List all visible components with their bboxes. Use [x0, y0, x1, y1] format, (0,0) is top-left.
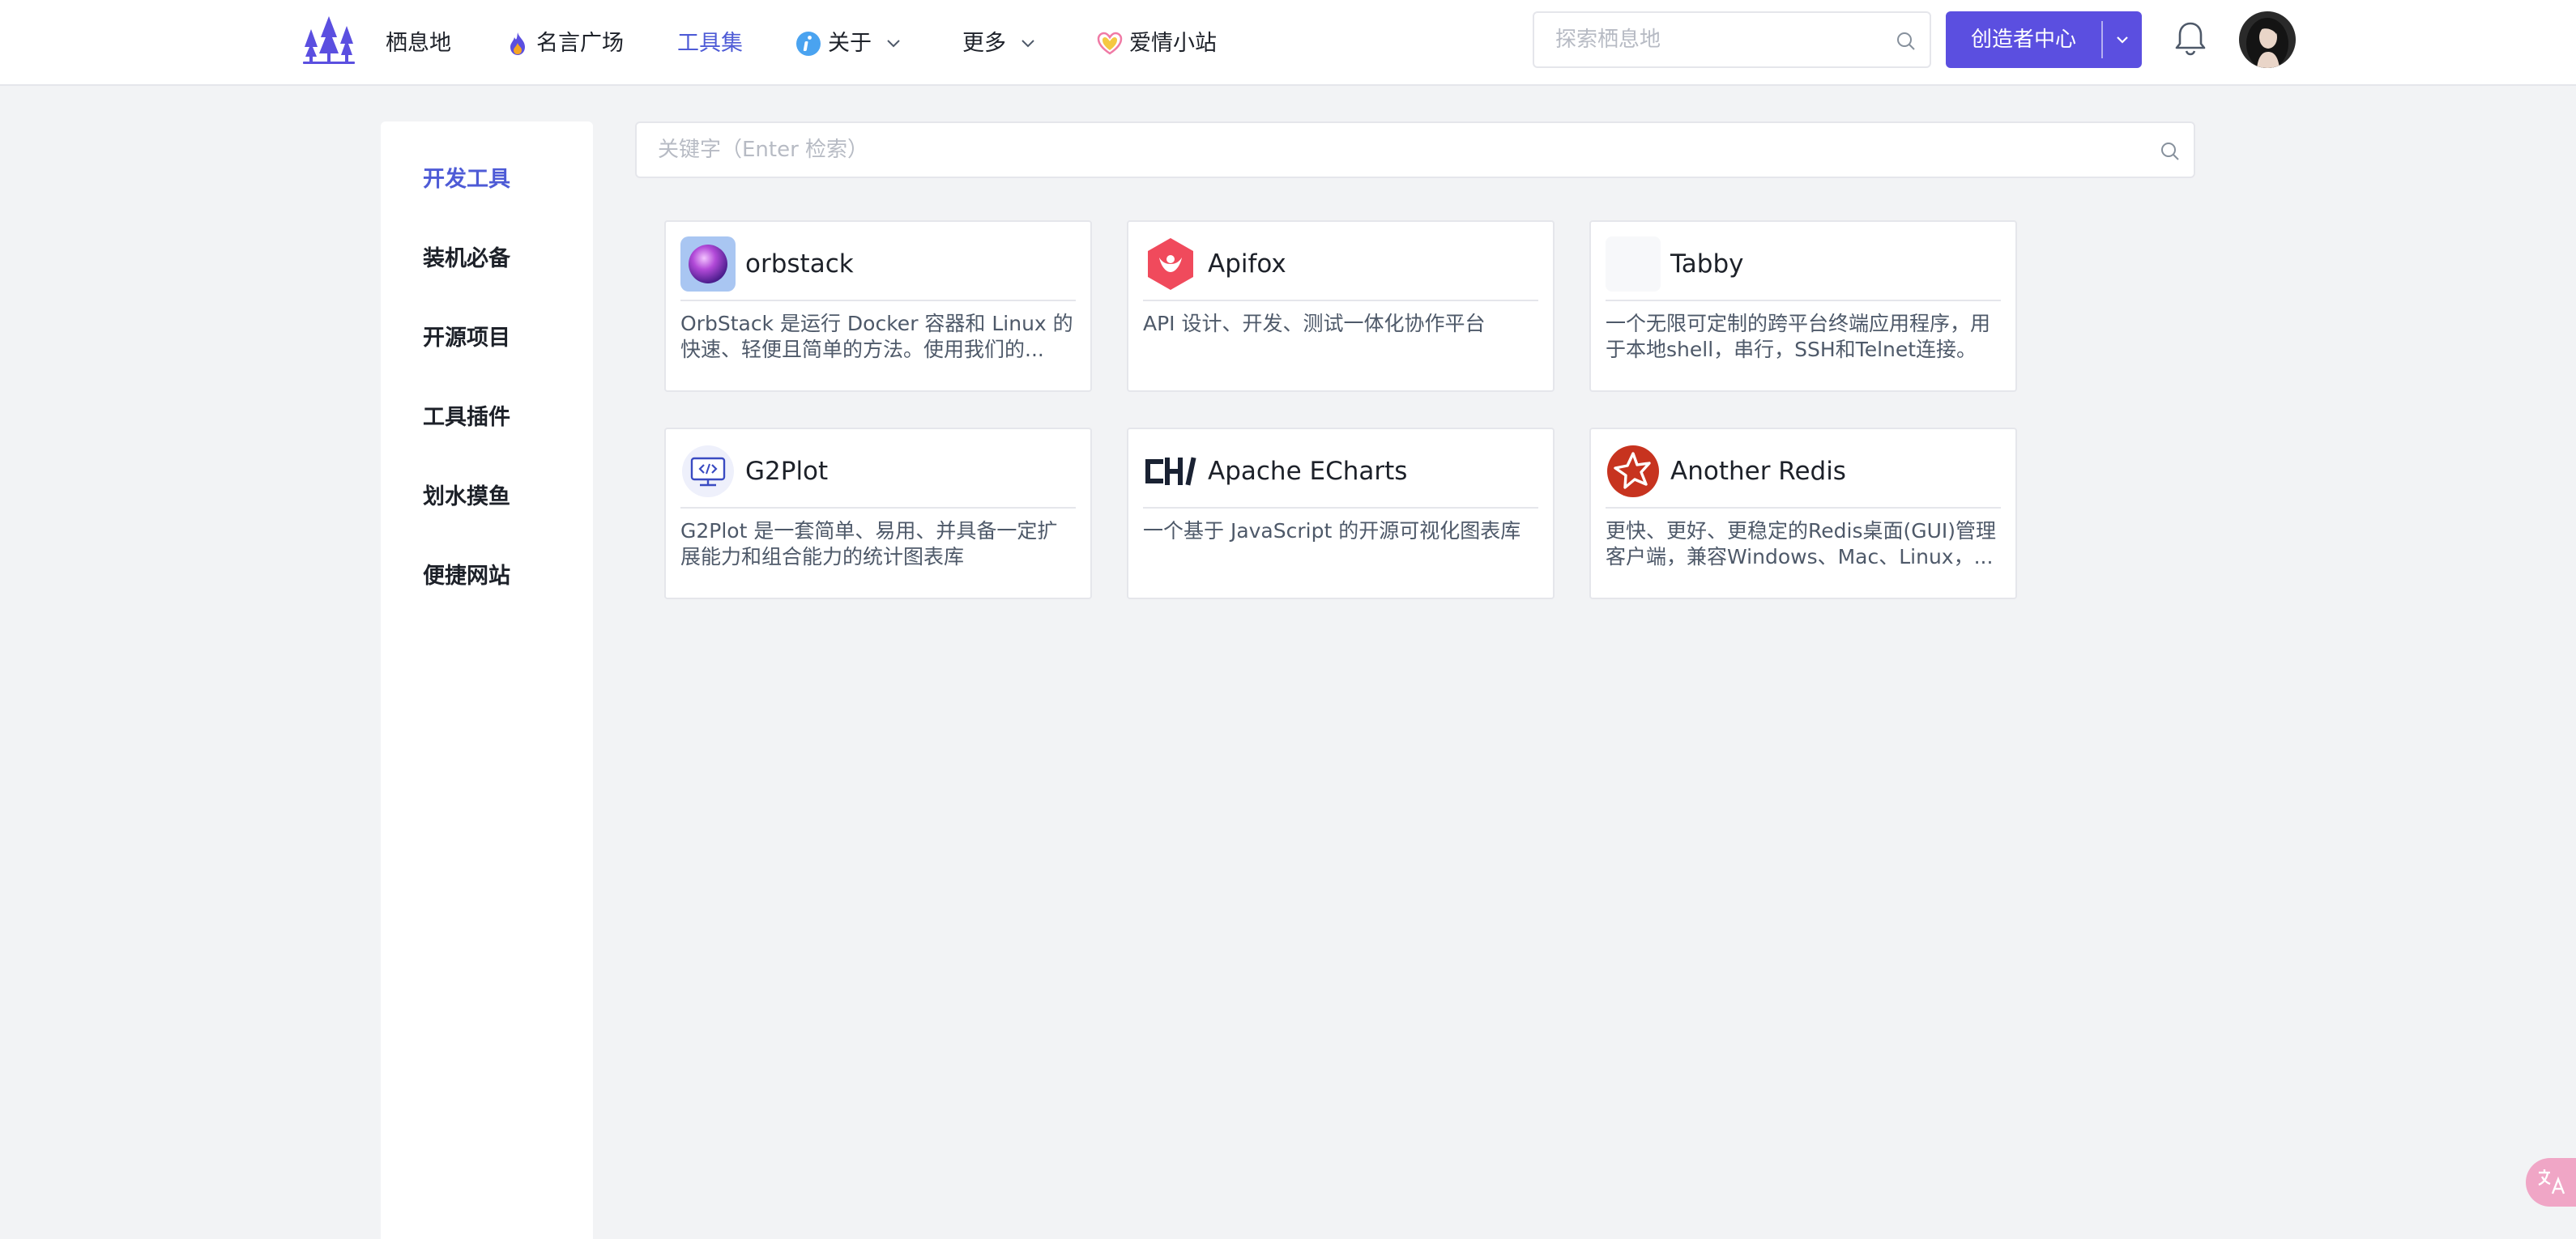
nav-more[interactable]: 更多 — [962, 26, 1035, 62]
search-icon[interactable] — [1896, 31, 1917, 52]
category-sidebar: 开发工具 装机必备 开源项目 工具插件 划水摸鱼 便捷网站 — [381, 121, 593, 1239]
tool-description: OrbStack 是运行 Docker 容器和 Linux 的快速、轻便且简单的… — [680, 312, 1073, 361]
forest-logo-icon — [303, 16, 355, 64]
nav-about-label: 关于 — [828, 31, 872, 56]
tool-description: 一个基于 JavaScript 的开源可视化图表库 — [1143, 519, 1521, 543]
chevron-down-icon — [1021, 40, 1034, 48]
translate-icon — [2538, 1169, 2565, 1194]
tool-card-another-redis[interactable]: Another Redis 更快、更好、更稳定的Redis桌面(GUI)管理客户… — [1589, 428, 2017, 599]
tool-name: Apache ECharts — [1208, 457, 1408, 486]
bell-icon — [2175, 22, 2206, 56]
creator-dropdown-toggle[interactable] — [2103, 11, 2142, 68]
translate-button[interactable] — [2526, 1158, 2576, 1207]
card-divider — [1143, 300, 1538, 301]
apifox-icon — [1143, 236, 1198, 292]
chevron-down-icon — [887, 40, 900, 48]
sidebar-item-open-source[interactable]: 开源项目 — [423, 322, 510, 355]
nav-quotes-label: 名言广场 — [536, 31, 624, 56]
card-divider — [1606, 300, 2001, 301]
sidebar-item-dev-tools[interactable]: 开发工具 — [423, 164, 510, 196]
nav-tools[interactable]: 工具集 — [677, 26, 743, 62]
tool-name: Tabby — [1670, 249, 1744, 279]
nav-quotes[interactable]: 名言广场 — [505, 26, 624, 62]
nav-love[interactable]: 爱情小站 — [1097, 26, 1217, 62]
tool-search-input[interactable] — [637, 123, 2143, 177]
tabby-icon — [1606, 236, 1661, 292]
tool-name: orbstack — [745, 249, 854, 279]
tool-card-g2plot[interactable]: G2Plot G2Plot 是一套简单、易用、并具备一定扩展能力和组合能力的统计… — [664, 428, 1092, 599]
tool-card-echarts[interactable]: Apache ECharts 一个基于 JavaScript 的开源可视化图表库 — [1127, 428, 1555, 599]
g2plot-icon — [680, 444, 736, 499]
orbstack-icon — [680, 236, 736, 292]
nav-about[interactable]: 关于 — [795, 26, 901, 62]
chevron-down-icon — [2117, 36, 2128, 44]
flame-icon — [510, 32, 525, 55]
sidebar-item-slacking[interactable]: 划水摸鱼 — [423, 481, 510, 513]
user-avatar[interactable] — [2239, 11, 2296, 68]
nav-love-label: 爱情小站 — [1129, 31, 1217, 56]
card-divider — [1143, 507, 1538, 509]
tool-description: G2Plot 是一套简单、易用、并具备一定扩展能力和组合能力的统计图表库 — [680, 519, 1058, 568]
top-navbar: 栖息地 名言广场 工具集 关于 更多 爱情小站 探索栖息地 创造者中心 — [0, 0, 2576, 86]
sidebar-item-essentials[interactable]: 装机必备 — [423, 243, 510, 275]
nav-home-label: 栖息地 — [386, 31, 451, 56]
tool-name: Apifox — [1208, 249, 1286, 279]
nav-tools-label: 工具集 — [677, 31, 743, 56]
heart-icon — [1097, 32, 1123, 55]
tool-card-tabby[interactable]: Tabby 一个无限可定制的跨平台终端应用程序，用于本地shell，串行，SSH… — [1589, 220, 2017, 392]
notifications-button[interactable] — [2173, 19, 2208, 60]
site-logo[interactable] — [303, 15, 355, 65]
tool-search — [635, 121, 2195, 178]
card-divider — [680, 507, 1076, 509]
another-redis-icon — [1606, 444, 1661, 499]
card-divider — [1606, 507, 2001, 509]
site-search-input[interactable] — [1534, 13, 1891, 66]
tool-name: G2Plot — [745, 457, 829, 486]
tool-description: 更快、更好、更稳定的Redis桌面(GUI)管理客户端，兼容Windows、Ma… — [1606, 519, 1997, 568]
creator-center-button[interactable]: 创造者中心 — [1946, 11, 2101, 68]
site-search — [1533, 11, 1931, 68]
card-divider — [680, 300, 1076, 301]
creator-center-button-group: 创造者中心 — [1946, 11, 2142, 68]
sidebar-item-plugins[interactable]: 工具插件 — [423, 402, 510, 434]
search-icon[interactable] — [2160, 141, 2181, 162]
tool-description: API 设计、开发、测试一体化协作平台 — [1143, 312, 1486, 335]
tool-card-apifox[interactable]: Apifox API 设计、开发、测试一体化协作平台 — [1127, 220, 1555, 392]
info-icon — [796, 32, 821, 56]
tool-description: 一个无限可定制的跨平台终端应用程序，用于本地shell，串行，SSH和Telne… — [1606, 312, 1991, 361]
tool-card-orbstack[interactable]: orbstack OrbStack 是运行 Docker 容器和 Linux 的… — [664, 220, 1092, 392]
nav-more-label: 更多 — [962, 31, 1006, 56]
nav-home[interactable]: 栖息地 — [386, 26, 451, 62]
avatar-image — [2239, 11, 2296, 68]
tool-name: Another Redis — [1670, 457, 1846, 486]
echarts-icon — [1143, 444, 1198, 499]
sidebar-item-quick-sites[interactable]: 便捷网站 — [423, 560, 510, 593]
